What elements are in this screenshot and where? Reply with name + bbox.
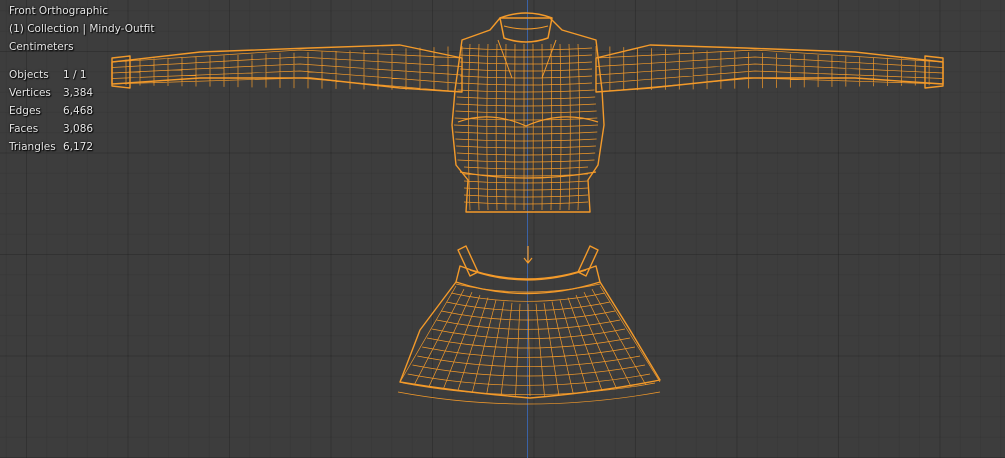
stat-label: Objects: [9, 69, 49, 81]
stat-row-triangles: Triangles 6,172: [9, 138, 155, 156]
stat-label: Edges: [9, 105, 41, 117]
stat-row-vertices: Vertices 3,384: [9, 84, 155, 102]
top-wireframe[interactable]: [111, 12, 944, 213]
stat-label: Vertices: [9, 87, 51, 99]
stat-row-edges: Edges 6,468: [9, 102, 155, 120]
scene-statistics: Objects 1 / 1 Vertices 3,384 Edges 6,468…: [9, 66, 155, 156]
stat-value: 3,086: [63, 123, 94, 135]
stat-label: Faces: [9, 123, 39, 135]
stat-value: 1 / 1: [63, 69, 87, 81]
view-name: Front Orthographic: [9, 5, 109, 17]
stat-value: 3,384: [63, 87, 94, 99]
stat-value: 6,172: [63, 141, 94, 153]
collection-info: (1) Collection | Mindy-Outfit: [9, 23, 155, 35]
viewport-info-overlay: Front Orthographic (1) Collection | Mind…: [9, 2, 155, 156]
skirt-wireframe[interactable]: [397, 245, 661, 405]
3d-viewport[interactable]: Front Orthographic (1) Collection | Mind…: [0, 0, 1005, 458]
units-label: Centimeters: [9, 41, 74, 53]
stat-label: Triangles: [9, 141, 56, 153]
stat-row-objects: Objects 1 / 1: [9, 66, 155, 84]
stat-value: 6,468: [63, 105, 94, 117]
stat-row-faces: Faces 3,086: [9, 120, 155, 138]
